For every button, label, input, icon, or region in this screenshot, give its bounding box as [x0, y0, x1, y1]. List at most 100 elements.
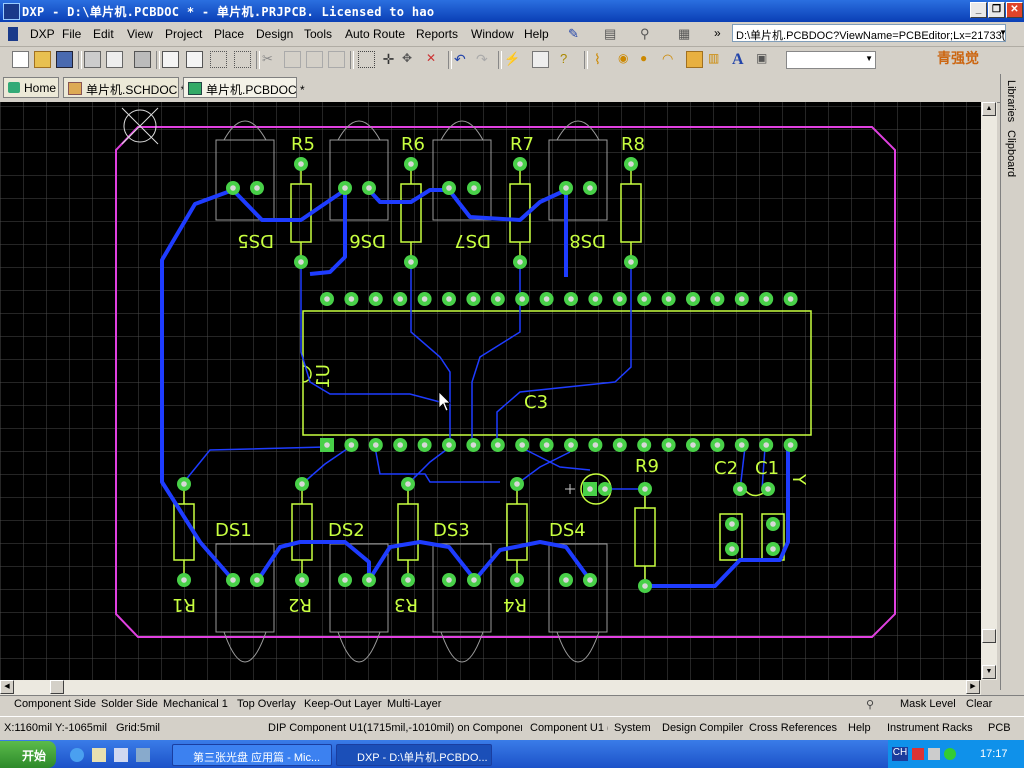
quicklaunch-desktop-icon[interactable] [114, 748, 128, 762]
cut-icon[interactable]: ✂ [262, 51, 279, 68]
new-icon[interactable] [12, 51, 29, 68]
menu-window[interactable]: Window [471, 27, 514, 41]
panel-instrument-racks[interactable]: Instrument Racks [887, 722, 973, 734]
quicklaunch-app-icon[interactable] [136, 748, 150, 762]
filter-icon[interactable]: ⚲ [640, 26, 656, 42]
scroll-left-icon[interactable]: ◀ [0, 680, 14, 694]
toolbar-overflow-icon[interactable]: » [714, 26, 721, 40]
tray-status-icon[interactable] [944, 748, 956, 760]
address-bar[interactable]: D:\单片机.PCBDOC?ViewName=PCBEditor;Lx=2173… [732, 24, 1006, 42]
rubber-stamp-icon[interactable] [328, 51, 345, 68]
scroll-up-icon[interactable]: ▲ [982, 102, 996, 116]
print-preview-icon[interactable] [106, 51, 123, 68]
scroll-right-icon[interactable]: ▶ [966, 680, 980, 694]
help-icon[interactable]: ? [560, 51, 577, 68]
close-button[interactable]: ✕ [1006, 2, 1023, 18]
place-fill-icon[interactable] [686, 51, 703, 68]
menu-dxp[interactable]: DXP [30, 27, 55, 41]
layer-tab-mechanical-1[interactable]: Mechanical 1 [163, 698, 228, 710]
panel-pcb[interactable]: PCB [988, 722, 1011, 734]
place-string-icon[interactable]: A [732, 51, 749, 68]
cross-probe-icon[interactable]: ⚡ [504, 51, 521, 68]
zoom-filtered-icon[interactable] [234, 51, 251, 68]
layer-tab-component-side[interactable]: Component Side [14, 698, 96, 710]
resistor-pad [638, 579, 652, 593]
pcb-editor-canvas[interactable]: R5 R6 R7 R8 C3 R9 C2 C1 Y DS1 DS2 DS3 DS… [0, 102, 981, 680]
layer-tab-keep-out[interactable]: Keep-Out Layer [304, 698, 382, 710]
tab-pcb[interactable]: 单片机.PCBDOC * [183, 77, 305, 98]
undo-icon[interactable]: ↶ [454, 51, 471, 68]
open-icon[interactable] [34, 51, 51, 68]
tray-network-icon[interactable] [928, 748, 940, 760]
tab-schematic[interactable]: 单片机.SCHDOC * [63, 77, 185, 98]
menu-file[interactable]: File [62, 27, 81, 41]
zoom-fit-icon[interactable] [162, 51, 179, 68]
zoom-selected-icon[interactable] [210, 51, 227, 68]
tab-home[interactable]: Home [3, 77, 59, 98]
place-arc-icon[interactable]: ◠ [662, 51, 679, 68]
menu-view[interactable]: View [127, 27, 153, 41]
board-3d-icon[interactable] [134, 51, 151, 68]
menu-tools[interactable]: Tools [304, 27, 332, 41]
clear-button[interactable]: Clear [966, 698, 992, 710]
paste-icon[interactable] [306, 51, 323, 68]
menu-place[interactable]: Place [214, 27, 244, 41]
print-icon[interactable] [84, 51, 101, 68]
save-icon[interactable] [56, 51, 73, 68]
vertical-scrollbar[interactable]: ▲ ▼ [981, 102, 997, 680]
designator-r8: R8 [621, 134, 645, 155]
maximize-button[interactable]: ❐ [988, 2, 1005, 18]
place-component-icon[interactable]: ▣ [756, 51, 773, 68]
menu-help[interactable]: Help [524, 27, 549, 41]
menu-design[interactable]: Design [256, 27, 293, 41]
layer-tab-solder-side[interactable]: Solder Side [101, 698, 158, 710]
address-dropdown-icon[interactable]: ▼ [998, 25, 1008, 41]
clear-filter-icon[interactable]: ✕ [426, 51, 443, 68]
menu-auto-route[interactable]: Auto Route [345, 27, 405, 41]
quicklaunch-ie-icon[interactable] [70, 748, 84, 762]
task-dxp[interactable]: DXP - D:\单片机.PCBDO... [336, 744, 492, 766]
layer-options-icon[interactable]: ▦ [678, 26, 694, 42]
panel-system[interactable]: System [614, 722, 651, 734]
scroll-down-icon[interactable]: ▼ [982, 665, 996, 679]
start-button[interactable]: 开始 [0, 741, 56, 768]
menu-edit[interactable]: Edit [93, 27, 114, 41]
polygon-pour-icon[interactable]: ▥ [708, 51, 725, 68]
ic-pin [612, 438, 627, 452]
pencil-icon[interactable]: ✎ [568, 26, 584, 42]
place-via-icon[interactable]: ● [640, 51, 657, 68]
tray-ime-icon[interactable] [912, 748, 924, 760]
filter-icon[interactable]: ⚲ [866, 698, 874, 711]
move-selection-icon[interactable]: ✛ [380, 51, 397, 68]
select-area-icon[interactable] [358, 51, 375, 68]
browse-library-icon[interactable] [532, 51, 549, 68]
mask-level-button[interactable]: Mask Level [900, 698, 956, 710]
place-pad-icon[interactable]: ◉ [618, 51, 635, 68]
interactive-route-icon[interactable]: ⌇ [594, 51, 611, 68]
input-language[interactable]: CH [892, 747, 908, 761]
panel-help[interactable]: Help [848, 722, 871, 734]
designator-ds2: DS2 [328, 520, 365, 541]
menu-project[interactable]: Project [165, 27, 202, 41]
minimize-button[interactable]: _ [970, 2, 987, 18]
zoom-area-icon[interactable] [186, 51, 203, 68]
designator-r5: R5 [291, 134, 315, 155]
layer-tab-multi-layer[interactable]: Multi-Layer [387, 698, 441, 710]
clipboard-panel-tab[interactable]: Clipboard [1005, 130, 1017, 177]
deselect-icon[interactable]: ✥ [402, 51, 419, 68]
libraries-panel-tab[interactable]: Libraries [1005, 80, 1017, 122]
display-pad [559, 573, 573, 587]
task-word-document[interactable]: 第三张光盘 应用篇 - Mic... [172, 744, 332, 766]
panel-design-compiler[interactable]: Design Compiler [662, 722, 743, 734]
redo-icon[interactable]: ↷ [476, 51, 493, 68]
layer-set-combo[interactable]: ▼ [786, 51, 876, 69]
menu-reports[interactable]: Reports [416, 27, 458, 41]
scroll-thumb-horizontal[interactable] [50, 680, 64, 694]
horizontal-scrollbar[interactable]: ◀ ▶ [0, 680, 981, 695]
copy-icon[interactable] [284, 51, 301, 68]
layer-tab-top-overlay[interactable]: Top Overlay [237, 698, 296, 710]
print-options-icon[interactable]: ▤ [604, 26, 620, 42]
panel-cross-references[interactable]: Cross References [749, 722, 837, 734]
scroll-thumb-vertical[interactable] [982, 629, 996, 643]
quicklaunch-explorer-icon[interactable] [92, 748, 106, 762]
